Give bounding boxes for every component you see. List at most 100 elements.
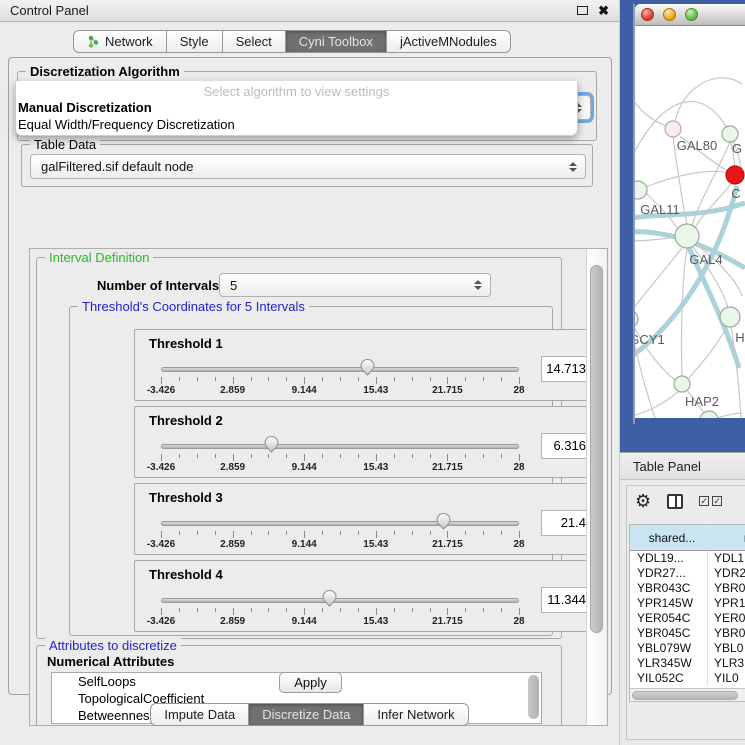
network-canvas[interactable]: GAL80GCGAL11GAL4GCY1HHAP2 [635,26,745,418]
table-cell: YDR2 [708,566,745,581]
tick-label: -3.426 [147,462,175,473]
network-node-green[interactable] [675,224,699,248]
slider-track[interactable] [161,598,519,603]
slider-thumb[interactable] [264,436,279,453]
table-row[interactable]: YBR045CYBR0 [630,626,745,641]
table-cell: YLR345W [630,656,708,671]
algorithm-option[interactable]: Equal Width/Frequency Discretization [16,116,577,133]
tick-mark [322,454,323,458]
slider-thumb[interactable] [436,513,451,530]
table-row[interactable]: YBR043CYBR0 [630,581,745,596]
network-node-green[interactable] [722,126,738,142]
threshold-label: Threshold 3 [149,490,223,505]
tick-mark [286,608,287,612]
tick-mark [304,377,305,384]
network-view-window[interactable]: GAL80GCGAL11GAL4GCY1HHAP2 [633,4,745,424]
slider-thumb[interactable] [322,590,337,607]
table-panel-title: Table Panel [633,459,701,474]
network-node-red[interactable] [726,166,744,184]
slider-thumb[interactable] [360,359,375,376]
slider-track[interactable] [161,521,519,526]
panel-title: Control Panel [10,3,89,18]
table-rows: YDL19...YDL1YDR27...YDR2YBR043CYBR0YPR14… [630,551,745,686]
tick-label: 21.715 [432,462,463,473]
tab-select[interactable]: Select [222,30,286,53]
table-hscrollbar[interactable] [630,688,745,701]
tab-network[interactable]: Network [73,30,167,53]
tick-mark [376,454,377,461]
discretization-algorithm-label: Discretization Algorithm [26,64,184,79]
table-cell: YPR145W [630,596,708,611]
close-traffic-light[interactable] [641,8,654,21]
table-row[interactable]: YBL079WYBL0 [630,641,745,656]
table-data-group: Table Data galFiltered.sif default node [21,144,593,187]
number-of-intervals-combobox[interactable]: 5 [219,273,491,297]
network-node-label: H [735,330,744,345]
number-of-intervals-value: 5 [230,278,237,293]
tick-mark [340,454,341,458]
tick-mark [394,377,395,381]
tab-discretize-data[interactable]: Discretize Data [248,703,364,726]
table-row[interactable]: YDL19...YDL1 [630,551,745,566]
tick-mark [447,608,448,615]
table-data-combobox[interactable]: galFiltered.sif default node [30,154,586,179]
table-row[interactable]: YIL052CYIL0 [630,671,745,686]
tick-mark [233,608,234,615]
network-node-green[interactable] [720,307,740,327]
minimize-traffic-light[interactable] [663,8,676,21]
table-row[interactable]: YER054CYER0 [630,611,745,626]
table-row[interactable]: YLR345WYLR3 [630,656,745,671]
bottom-tabstrip: Impute DataDiscretize DataInfer Network [0,703,619,726]
network-node-green[interactable] [674,376,690,392]
network-edge[interactable] [717,413,742,418]
select-columns-icon[interactable]: ✓ ✓ [699,496,722,506]
tick-mark [447,377,448,384]
gear-icon[interactable]: ⚙ [635,492,651,510]
table-toolbar: ⚙ ✓ ✓ [635,492,722,510]
tick-mark [358,608,359,612]
network-edge[interactable] [635,391,679,417]
table-row[interactable]: YDR27...YDR2 [630,566,745,581]
network-edge[interactable] [635,64,666,126]
network-node-green[interactable] [635,310,638,328]
network-edge[interactable] [689,326,727,378]
columns-icon[interactable] [667,494,683,509]
tab-jactivemnodules[interactable]: jActiveMNodules [386,30,511,53]
tick-mark [161,454,162,461]
apply-button[interactable]: Apply [279,672,342,693]
tick-mark [483,608,484,612]
network-edge[interactable] [675,78,742,122]
slider-track[interactable] [161,367,519,372]
tick-mark [268,608,269,612]
network-window-titlebar[interactable] [635,4,745,26]
tick-mark [412,608,413,612]
tab-cyni-toolbox[interactable]: Cyni Toolbox [285,30,387,53]
settings-scrollbar-thumb[interactable] [590,265,603,633]
network-edge[interactable] [682,248,687,376]
table-column-header[interactable]: shared... [630,525,708,551]
algorithm-option[interactable]: Manual Discretization [16,99,577,116]
node-attribute-table: shared...na YDL19...YDL1YDR27...YDR2YBR0… [629,524,745,702]
interval-definition-label: Interval Definition [45,250,153,265]
control-panel: Control Panel ✖ NetworkStyleSelectCyni T… [0,0,620,745]
close-icon[interactable]: ✖ [598,4,609,17]
table-column-header[interactable]: na [708,525,745,551]
network-node-green[interactable] [635,181,647,199]
tab-infer-network[interactable]: Infer Network [363,703,468,726]
zoom-traffic-light[interactable] [685,8,698,21]
tab-impute-data[interactable]: Impute Data [150,703,249,726]
network-node-pink[interactable] [665,121,681,137]
float-window-icon[interactable] [577,6,588,15]
tick-mark [268,531,269,535]
settings-scrollbar-track[interactable] [586,249,606,725]
slider-track[interactable] [161,444,519,449]
interval-definition-group: Interval Definition Number of Intervals … [36,257,562,639]
network-edge[interactable] [635,237,675,241]
table-row[interactable]: YPR145WYPR1 [630,596,745,611]
network-edge[interactable] [635,248,682,312]
tab-style[interactable]: Style [166,30,223,53]
checkbox-icon: ✓ [699,496,709,506]
tick-mark [251,531,252,535]
tick-mark [501,531,502,535]
table-hscrollbar-thumb[interactable] [632,691,738,700]
